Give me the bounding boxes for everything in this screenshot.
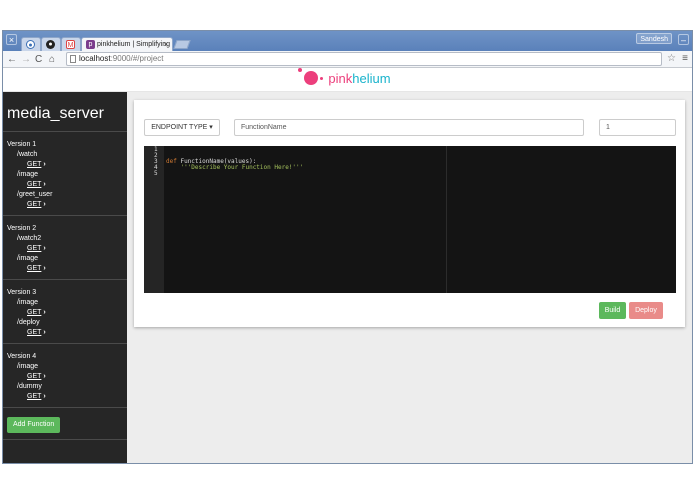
endpoint-type-label: ENDPOINT TYPE [151,124,208,131]
chrome-icon: ● [26,39,35,49]
address-bar[interactable]: localhost:9000/#/project [66,52,662,66]
add-function-section: Add Function [3,408,127,440]
tab-chrome[interactable]: ● [21,37,41,51]
pinkhelium-favicon-icon: p [86,39,95,49]
reload-icon[interactable]: C [35,53,42,66]
version-group: Version 4 /image GET › /dummy GET › [3,344,127,408]
method-label: GET [27,329,42,336]
route-path: /image [17,171,39,178]
back-arrow-icon[interactable]: ← [7,53,17,66]
method-label: GET [27,309,42,316]
method-label: GET [27,161,42,168]
gmail-icon: M [66,39,75,49]
code-line: '''Describe Your Function Here!''' [166,165,303,171]
build-button[interactable]: Build [599,302,626,319]
tab-strip: × ● ● M p pinkhelium | Simplifying × Sand… [3,31,692,52]
home-icon[interactable]: ⌂ [49,53,55,66]
bookmark-star-icon[interactable]: ☆ [667,53,676,65]
route-method-link[interactable]: GET › [7,264,127,274]
brand-name-helium: helium [352,71,391,86]
chevron-right-icon: › [43,329,46,336]
version-input[interactable]: 1 [599,119,676,136]
code-docstring: '''Describe Your Function Here!''' [180,164,304,171]
brand-name-pink: pink [328,71,353,86]
chevron-right-icon: › [43,161,46,168]
code-content: def FunctionName(values): '''Describe Yo… [166,147,303,177]
route-path: /image [17,363,39,370]
page-icon [70,55,76,63]
tab-title: pinkhelium | Simplifying [97,41,171,48]
method-label: GET [27,181,42,188]
line-number-gutter: 1 2 3 4 5 [144,146,164,293]
deploy-button[interactable]: Deploy [629,302,663,319]
line-number: 5 [154,170,158,177]
project-title: media_server [3,92,127,132]
route-path: /watch2 [17,235,42,242]
tab-pinkhelium[interactable]: p pinkhelium | Simplifying × [81,37,173,52]
route-path: /image [17,255,39,262]
browser-window: × ● ● M p pinkhelium | Simplifying × Sand… [2,30,693,464]
version-label: Version 2 [7,225,37,232]
main-content: ENDPOINT TYPE ▾ FunctionName 1 1 2 3 4 5 [127,92,692,463]
brand-header: pinkhelium [3,68,692,92]
tab-github[interactable]: ● [41,37,61,51]
browser-toolbar: ← → C ⌂ localhost:9000/#/project ☆ ≡ [3,51,692,68]
method-label: GET [27,201,42,208]
method-label: GET [27,373,42,380]
window-close-icon[interactable]: × [6,34,17,45]
route-path: /greet_user [17,191,53,198]
page-content: pinkhelium media_server Version 1 /watch… [3,68,692,463]
route-path: /dummy [17,383,42,390]
route-method-link[interactable]: GET › [7,200,127,210]
route-method-link[interactable]: GET › [7,372,127,382]
pinkhelium-logo-icon [298,68,324,85]
route-method-link[interactable]: GET › [7,308,127,318]
method-label: GET [27,265,42,272]
chevron-right-icon: › [43,265,46,272]
method-label: GET [27,245,42,252]
caret-down-icon: ▾ [209,124,213,131]
version-group: Version 1 /watch GET › /image GET › /greet… [3,132,127,216]
tab-close-icon[interactable]: × [163,38,168,51]
chevron-right-icon: › [43,245,46,252]
code-editor[interactable]: 1 2 3 4 5 def FunctionName(values): '''D… [144,146,676,293]
route-path: /watch [17,151,38,158]
chevron-right-icon: › [43,393,46,400]
profile-button[interactable]: Sandesh [636,33,672,44]
sidebar: media_server Version 1 /watch GET › /imag… [3,92,127,463]
version-label: Version 3 [7,289,37,296]
version-label: Version 4 [7,353,37,360]
chevron-right-icon: › [43,181,46,188]
url-host: localhost [79,54,111,63]
chevron-right-icon: › [43,201,46,208]
route-method-link[interactable]: GET › [7,180,127,190]
github-icon: ● [46,39,55,49]
add-function-button[interactable]: Add Function [7,417,61,433]
chevron-right-icon: › [43,373,46,380]
new-tab-button[interactable] [173,40,191,49]
tab-gmail[interactable]: M [61,37,81,51]
function-name-input[interactable]: FunctionName [234,119,584,136]
route-path: /image [17,299,39,306]
version-group: Version 3 /image GET › /deploy GET › [3,280,127,344]
print-margin [446,146,447,293]
chevron-right-icon: › [43,309,46,316]
route-method-link[interactable]: GET › [7,244,127,254]
forward-arrow-icon[interactable]: → [21,53,31,66]
route-path: /deploy [17,319,40,326]
function-editor-card: ENDPOINT TYPE ▾ FunctionName 1 1 2 3 4 5 [134,100,685,327]
version-group: Version 2 /watch2 GET › /image GET › [3,216,127,280]
method-label: GET [27,393,42,400]
version-label: Version 1 [7,141,37,148]
endpoint-type-dropdown[interactable]: ENDPOINT TYPE ▾ [144,119,220,136]
menu-icon[interactable]: ≡ [682,53,688,65]
route-method-link[interactable]: GET › [7,328,127,338]
url-path: :9000/#/project [110,54,164,63]
route-method-link[interactable]: GET › [7,392,127,402]
window-minimize-icon[interactable]: – [678,34,689,45]
route-method-link[interactable]: GET › [7,160,127,170]
